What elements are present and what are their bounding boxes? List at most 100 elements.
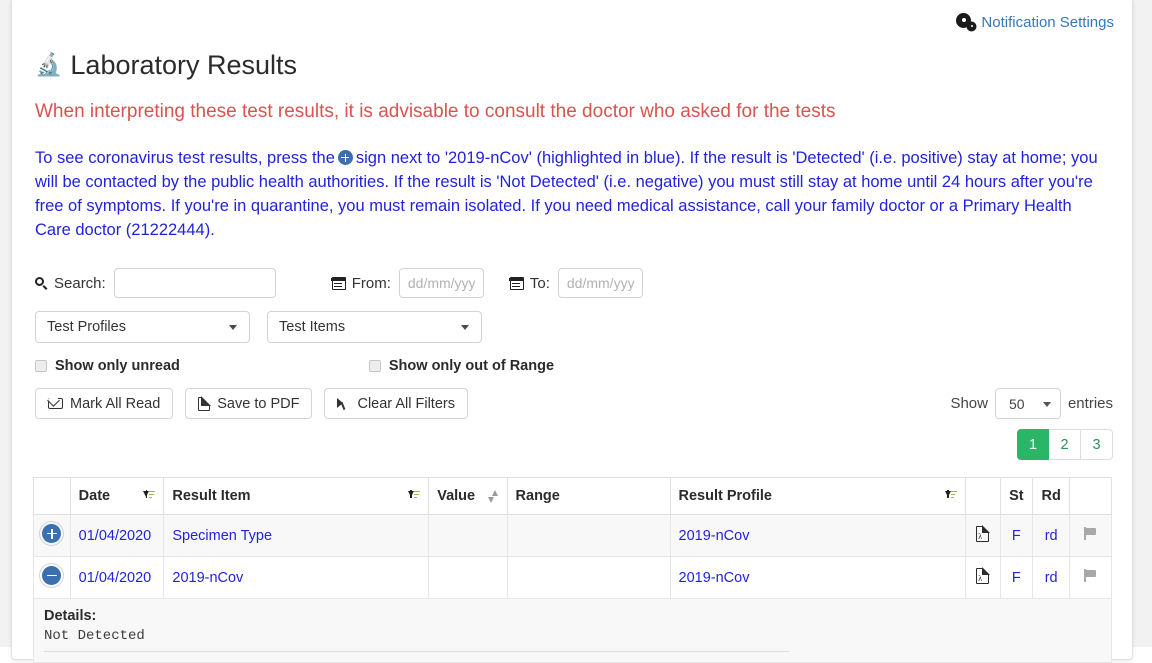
show-only-unread-label: Show only unread (55, 358, 180, 374)
col-expand (34, 478, 71, 515)
col-value[interactable]: Value (429, 478, 507, 515)
show-only-out-of-range-label: Show only out of Range (389, 358, 554, 374)
page-title: 🔬 Laboratory Results (35, 48, 1116, 82)
entries-label: entries (1068, 395, 1113, 412)
test-profiles-select[interactable]: Test Profiles (35, 311, 250, 343)
col-document (965, 478, 1000, 515)
results-table-wrapper: Date Result Item Value Range Result Prof… (33, 477, 1112, 599)
col-result-profile[interactable]: Result Profile (670, 478, 965, 515)
to-label: To: (530, 275, 550, 292)
col-st-label: St (1009, 488, 1024, 504)
pagination-page-3[interactable]: 3 (1081, 429, 1113, 460)
chevron-down-icon (461, 325, 469, 330)
details-divider (44, 651, 789, 652)
row-date: 01/04/2020 (70, 557, 164, 599)
to-date-input[interactable] (558, 268, 643, 298)
show-label: Show (950, 395, 988, 412)
pagination-page-2[interactable]: 2 (1049, 429, 1081, 460)
row-document-cell[interactable]: λ (965, 515, 1000, 557)
pdf-file-icon[interactable]: λ (976, 526, 989, 542)
sort-numeric-desc-icon (143, 490, 155, 503)
chevron-down-icon (229, 325, 237, 330)
notification-settings-link[interactable]: Notification Settings (958, 14, 1114, 31)
info-message-part1: To see coronavirus test results, press t… (35, 149, 335, 167)
show-entries-group: Show 50 entries (950, 388, 1113, 419)
notification-settings-label: Notification Settings (981, 14, 1114, 31)
search-input[interactable] (114, 268, 276, 298)
details-panel: Details: Not Detected (33, 599, 1112, 663)
expand-plus-icon[interactable] (42, 524, 61, 543)
from-date-input[interactable] (399, 268, 484, 298)
row-value (429, 557, 507, 599)
col-result-item[interactable]: Result Item (164, 478, 429, 515)
details-value: Not Detected (44, 628, 1101, 644)
row-flag-cell[interactable] (1070, 515, 1112, 557)
row-result-item-link[interactable]: 2019-nCov (172, 570, 243, 586)
row-rd-cell: rd (1033, 515, 1070, 557)
sort-both-icon (487, 490, 499, 503)
row-result-profile: 2019-nCov (670, 515, 965, 557)
col-date[interactable]: Date (70, 478, 164, 515)
show-only-unread-checkbox[interactable]: Show only unread (35, 358, 180, 374)
row-st-cell: F (1000, 557, 1033, 599)
flag-icon[interactable] (1083, 526, 1098, 541)
show-only-out-of-range-checkbox[interactable]: Show only out of Range (369, 358, 554, 374)
search-label-group: Search: (35, 275, 106, 292)
row-document-cell[interactable]: λ (965, 557, 1000, 599)
envelope-open-icon (48, 398, 63, 409)
row-date-link[interactable]: 01/04/2020 (79, 528, 152, 544)
col-range[interactable]: Range (507, 478, 670, 515)
sort-alpha-desc-icon (945, 490, 957, 503)
row-st-link[interactable]: F (1012, 528, 1021, 544)
from-label: From: (352, 275, 391, 292)
notification-settings-row: Notification Settings (28, 0, 1116, 44)
row-value (429, 515, 507, 557)
collapse-minus-icon[interactable] (42, 566, 61, 585)
row-st-cell: F (1000, 515, 1033, 557)
chevron-down-icon (1043, 402, 1051, 407)
dropdown-filter-row: Test Profiles Test Items (35, 311, 1116, 343)
info-message: To see coronavirus test results, press t… (35, 146, 1109, 242)
results-table: Date Result Item Value Range Result Prof… (33, 477, 1112, 599)
pdf-file-icon (198, 397, 210, 411)
sort-alpha-desc-icon (408, 490, 420, 503)
row-date-link[interactable]: 01/04/2020 (79, 570, 152, 586)
row-range (507, 515, 670, 557)
flag-icon[interactable] (1083, 568, 1098, 583)
col-range-label: Range (516, 488, 560, 504)
row-result-item: 2019-nCov (164, 557, 429, 599)
search-filter-row: Search: From: To: (35, 268, 1116, 298)
page-title-text: Laboratory Results (70, 48, 297, 82)
row-expand-cell[interactable] (34, 515, 71, 557)
row-result-profile-link[interactable]: 2019-nCov (679, 528, 750, 544)
test-items-select[interactable]: Test Items (267, 311, 482, 343)
col-rd: Rd (1033, 478, 1070, 515)
clear-all-filters-button[interactable]: Clear All Filters (324, 388, 468, 419)
pagination-page-1[interactable]: 1 (1017, 429, 1049, 460)
row-result-profile-link[interactable]: 2019-nCov (679, 570, 750, 586)
checkbox-box[interactable] (35, 360, 47, 372)
row-rd-link[interactable]: rd (1045, 528, 1058, 544)
pagination: 1 2 3 (28, 429, 1113, 460)
pdf-file-icon[interactable]: λ (976, 568, 989, 584)
calendar-icon (332, 277, 346, 290)
row-result-item-link[interactable]: Specimen Type (172, 528, 272, 544)
search-icon (35, 277, 48, 290)
table-row: 01/04/2020 2019-nCov 2019-nCov λ F rd (34, 557, 1112, 599)
save-to-pdf-button[interactable]: Save to PDF (185, 388, 312, 419)
checkbox-box[interactable] (369, 360, 381, 372)
row-rd-link[interactable]: rd (1045, 570, 1058, 586)
col-value-label: Value (437, 488, 475, 504)
entries-per-page-select[interactable]: 50 (995, 388, 1061, 419)
test-profiles-value: Test Profiles (47, 319, 126, 335)
row-expand-cell[interactable] (34, 557, 71, 599)
mark-all-read-button[interactable]: Mark All Read (35, 388, 173, 419)
mark-all-read-label: Mark All Read (70, 396, 160, 412)
row-st-link[interactable]: F (1012, 570, 1021, 586)
col-st: St (1000, 478, 1033, 515)
row-flag-cell[interactable] (1070, 557, 1112, 599)
details-label: Details: (44, 608, 1101, 624)
col-date-label: Date (79, 488, 110, 504)
microscope-icon: 🔬 (35, 54, 62, 76)
to-label-group: To: (510, 275, 550, 292)
